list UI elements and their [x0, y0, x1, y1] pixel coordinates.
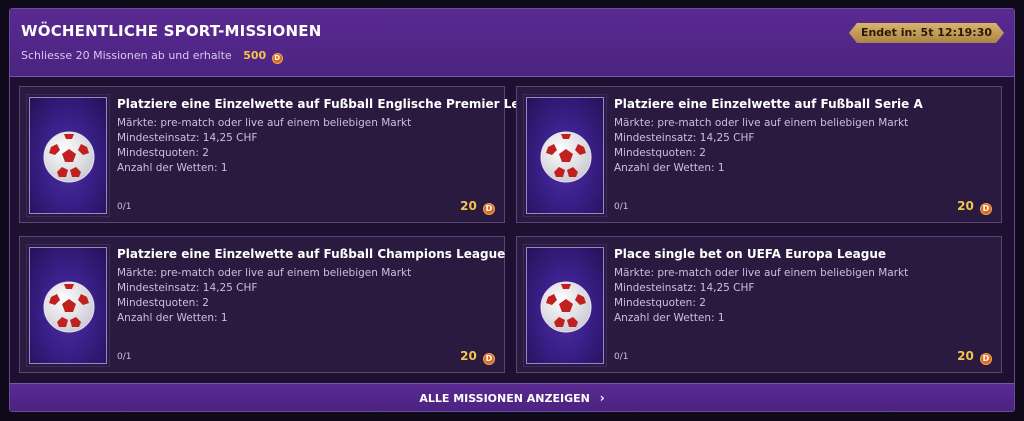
coin-icon: D: [980, 353, 992, 365]
mission-reward-amount: 20: [460, 199, 477, 213]
soccer-ball-icon: [540, 281, 592, 333]
soccer-ball-icon: [43, 131, 95, 183]
mission-card[interactable]: Place single bet on UEFA Europa League M…: [516, 236, 1002, 373]
coin-icon: D: [483, 353, 495, 365]
show-all-missions-button[interactable]: ALLE MISSIONEN ANZEIGEN ›: [10, 383, 1014, 411]
mission-card[interactable]: Platziere eine Einzelwette auf Fußball C…: [19, 236, 505, 373]
mission-progress: 0/1: [614, 352, 629, 362]
mission-progress: 0/1: [117, 352, 132, 362]
mission-markets: Märkte: pre-match oder live auf einem be…: [614, 117, 909, 129]
mission-progress: 0/1: [614, 202, 629, 212]
mission-reward: 20 D: [957, 349, 992, 365]
mission-image: [26, 244, 110, 367]
mission-num-bets: Anzahl der Wetten: 1: [117, 162, 228, 174]
mission-reward: 20 D: [460, 199, 495, 215]
mission-min-stake: Mindesteinsatz: 14,25 CHF: [614, 282, 755, 294]
mission-reward-amount: 20: [460, 349, 477, 363]
soccer-ball-icon: [43, 281, 95, 333]
mission-reward: 20 D: [460, 349, 495, 365]
mission-min-stake: Mindesteinsatz: 14,25 CHF: [614, 132, 755, 144]
mission-min-odds: Mindestquoten: 2: [614, 297, 706, 309]
mission-min-odds: Mindestquoten: 2: [614, 147, 706, 159]
mission-markets: Märkte: pre-match oder live auf einem be…: [614, 267, 909, 279]
mission-min-odds: Mindestquoten: 2: [117, 147, 209, 159]
coin-icon: D: [980, 203, 992, 215]
mission-reward: 20 D: [957, 199, 992, 215]
mission-image: [26, 94, 110, 217]
mission-markets: Märkte: pre-match oder live auf einem be…: [117, 117, 412, 129]
mission-title: Place single bet on UEFA Europa League: [614, 247, 887, 261]
mission-card[interactable]: Platziere eine Einzelwette auf Fußball S…: [516, 86, 1002, 223]
soccer-ball-icon: [540, 131, 592, 183]
mission-num-bets: Anzahl der Wetten: 1: [614, 162, 725, 174]
mission-markets: Märkte: pre-match oder live auf einem be…: [117, 267, 412, 279]
mission-num-bets: Anzahl der Wetten: 1: [117, 312, 228, 324]
mission-grid: Platziere eine Einzelwette auf Fußball E…: [10, 9, 1014, 411]
mission-title: Platziere eine Einzelwette auf Fußball E…: [117, 97, 553, 111]
chevron-right-icon: ›: [599, 391, 605, 405]
mission-min-stake: Mindesteinsatz: 14,25 CHF: [117, 282, 258, 294]
mission-min-stake: Mindesteinsatz: 14,25 CHF: [117, 132, 258, 144]
coin-icon: D: [483, 203, 495, 215]
mission-reward-amount: 20: [957, 349, 974, 363]
mission-title: Platziere eine Einzelwette auf Fußball C…: [117, 247, 506, 261]
weekly-missions-panel: WÖCHENTLICHE SPORT-MISSIONEN Schliesse 2…: [9, 8, 1015, 412]
mission-card[interactable]: Platziere eine Einzelwette auf Fußball E…: [19, 86, 553, 223]
mission-min-odds: Mindestquoten: 2: [117, 297, 209, 309]
mission-image: [523, 244, 607, 367]
mission-title: Platziere eine Einzelwette auf Fußball S…: [614, 97, 923, 111]
show-all-missions-label: ALLE MISSIONEN ANZEIGEN: [419, 392, 590, 405]
mission-progress: 0/1: [117, 202, 132, 212]
mission-reward-amount: 20: [957, 199, 974, 213]
mission-num-bets: Anzahl der Wetten: 1: [614, 312, 725, 324]
mission-image: [523, 94, 607, 217]
